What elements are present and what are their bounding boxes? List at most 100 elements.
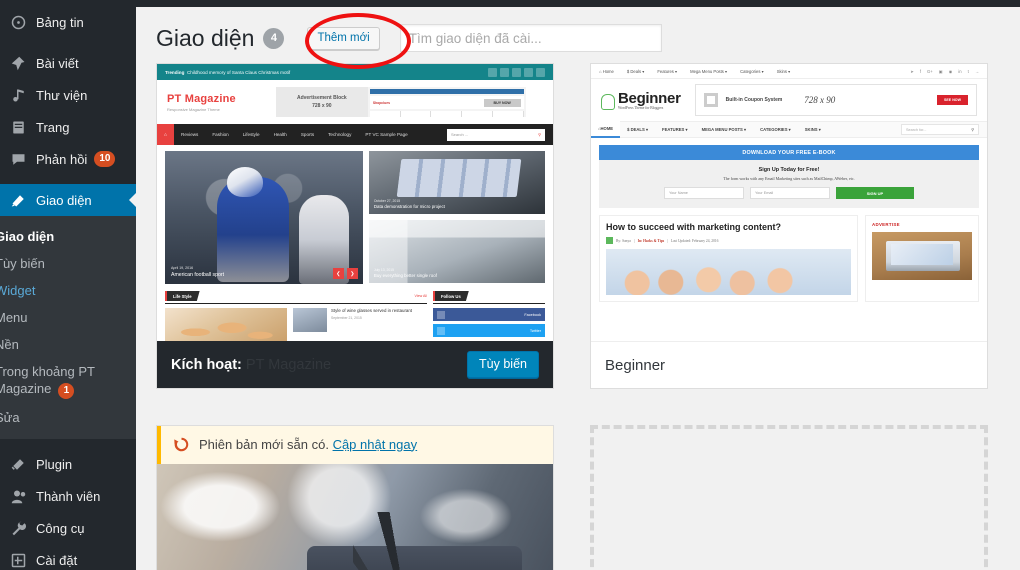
bg-ad-block: Built-in Coupon System 728 x 90 SEE NOW [694,84,977,116]
pt-article-row: Style of wine glasses served in restaura… [293,308,427,341]
bg-nav-item: MEGA MENU POSTS ▾ [701,127,747,132]
bg-top-item: Skins ▾ [776,68,791,74]
bg-ad-cta: SEE NOW [937,95,968,105]
pt-ad-text: Advertisement Block 728 x 90 [296,95,347,109]
tools-icon [8,518,28,538]
theme-name: PT Magazine [245,356,332,373]
submenu-item-editor[interactable]: Sửa [0,404,136,431]
bg-top-item: Mega Menu Posts ▾ [690,68,728,74]
pt-article-thumb [293,308,327,332]
sidebar-item-media[interactable]: Thư viện [0,79,136,111]
sidebar-item-users[interactable]: Thành viên [0,480,136,512]
bg-topbar: ⌂ Home $ Deals ▾ Features ▾ Mega Menu Po… [591,64,987,79]
menu-separator [0,175,136,184]
themes-grid: Trending Childhood memory of Santa Claus… [136,63,1020,570]
bg-nav-item: CATEGORIES ▾ [760,127,791,132]
sidebar-item-tools[interactable]: Công cụ [0,512,136,544]
pt-body: April 19, 2016 American football sport ❮… [157,145,553,284]
page-title: Giao diện [156,24,255,51]
pt-tagline: Responsive Magazine Theme [167,106,220,112]
appearance-submenu: Giao diện Tùy biến Widget Menu Nền Trong… [0,216,136,439]
pt-follow-column: Follow Us Facebook Twitter [433,291,545,341]
submenu-item-themes[interactable]: Giao diện [0,223,136,250]
customize-button[interactable]: Tùy biến [467,351,539,378]
submenu-item-customize[interactable]: Tùy biến [0,250,136,277]
pt-hero-slide: April 19, 2016 American football sport ❮… [165,151,363,284]
page-icon [8,117,28,137]
sidebar-item-label: Công cụ [36,520,85,536]
sidebar-item-pages[interactable]: Trang [0,111,136,143]
theme-update-notice: Phiên bản mới sẵn có. Cập nhật ngay [157,426,553,464]
bg-top-item: Features ▾ [657,68,678,74]
bg-advertise-image [872,232,972,280]
sidebar-item-label: Phản hồi [36,151,88,167]
theme-screenshot[interactable] [157,464,553,570]
sidebar-item-label: Thư viện [36,87,88,103]
theme-name: Beginner [605,356,666,374]
bg-top-item: ⌂ Home [599,68,614,74]
theme-card-beginner[interactable]: ⌂ Home $ Deals ▾ Features ▾ Mega Menu Po… [590,63,988,389]
pt-logo-block: PT Magazine Responsive Magazine Theme [167,93,236,112]
pt-brand-row: PT Magazine Responsive Magazine Theme Ad… [157,80,553,124]
comments-count-badge: 10 [94,151,116,167]
plugin-icon [8,454,28,474]
theme-card-pt-magazine[interactable]: Trending Childhood memory of Santa Claus… [156,63,554,389]
pt-tile: July 13, 2015 Buy everything better singl… [368,220,545,283]
sidebar-item-comments[interactable]: Phản hồi 10 [0,143,136,175]
menu-separator [0,439,136,448]
add-new-theme-card[interactable] [590,425,988,570]
bg-name-field: Your Name [664,187,744,199]
search-installed-themes-input[interactable] [399,24,662,52]
appearance-icon [8,190,28,210]
submenu-item-label: Trong khoảng PT Magazine [0,364,95,396]
sidebar-item-posts[interactable]: Bài viết [0,47,136,79]
submenu-item-about-theme[interactable]: Trong khoảng PT Magazine 1 [0,358,136,404]
sidebar-item-label: Cài đặt [36,552,78,568]
theme-update-text: Phiên bản mới sẵn có. Cập nhật ngay [199,436,418,452]
admin-sidebar-menu: Bảng tin Bài viết Thư viện Trang Phản hồ… [0,0,137,570]
pt-trending-text: Trending Childhood memory of Santa Claus… [165,69,291,75]
submenu-item-menus[interactable]: Menu [0,304,136,331]
bg-nav-item: FEATURES ▾ [662,127,688,132]
pt-social-icons [488,67,545,77]
bg-advertise-label: ADVERTISE [872,222,900,227]
theme-card-with-update[interactable]: Phiên bản mới sẵn có. Cập nhật ngay [156,425,554,570]
bg-coupon-text: Built-in Coupon System [725,97,783,103]
comment-icon [8,149,28,169]
succulent-plant [353,512,473,570]
sidebar-item-plugins[interactable]: Plugin [0,448,136,480]
sidebar-item-dashboard[interactable]: Bảng tin [0,6,136,38]
update-now-link[interactable]: Cập nhật ngay [333,437,418,452]
theme-screenshot[interactable]: ⌂ Home $ Deals ▾ Features ▾ Mega Menu Po… [591,64,987,341]
search-icon: ⚲ [971,128,974,132]
settings-icon [8,550,28,570]
pt-magazine-preview: Trending Childhood memory of Santa Claus… [157,64,553,341]
pt-nav-item: Reviews [181,132,199,137]
submenu-item-widgets[interactable]: Widget [0,277,136,304]
sidebar-item-appearance[interactable]: Giao diện [0,184,137,216]
bg-article-title: How to succeed with marketing content? [606,222,782,232]
pt-home-icon: ⌂ [157,124,174,145]
sidebar-item-settings[interactable]: Cài đặt [0,544,136,570]
bg-social-icons: ➤ f G+ ▣ ◉ in t → [910,68,979,74]
bg-ebook-banner: DOWNLOAD YOUR FREE E-BOOK [599,145,979,160]
pt-hero-caption: April 19, 2016 American football sport [171,266,225,278]
pt-follow-header: Follow Us [433,291,545,304]
bg-nav-item: SKINS ▾ [804,127,821,132]
theme-screenshot[interactable]: Trending Childhood memory of Santa Claus… [157,64,553,341]
pt-slider-arrows: ❮ ❯ [332,268,358,279]
bg-signup-section: Sign Up Today for Free! The form works w… [599,160,979,208]
dashboard-icon [8,12,28,32]
bg-advertise-widget: ADVERTISE [865,215,979,302]
active-prefix: Kích hoạt: [171,356,242,373]
pt-article-text: Style of wine glasses served in restaura… [331,308,413,320]
submenu-item-background[interactable]: Nền [0,331,136,358]
pt-nav-item: Technology [328,132,352,137]
avatar [606,237,613,244]
facebook-icon [437,310,445,319]
admin-bar [0,0,1020,7]
bg-top-item: Categories ▾ [740,68,764,74]
add-new-theme-button[interactable]: Thêm mới [307,26,380,50]
main-content: Giao diện 4 Thêm mới Trending Childhood … [136,7,1020,570]
pt-ad-mock: Shopclues BUY NOW [367,87,526,117]
